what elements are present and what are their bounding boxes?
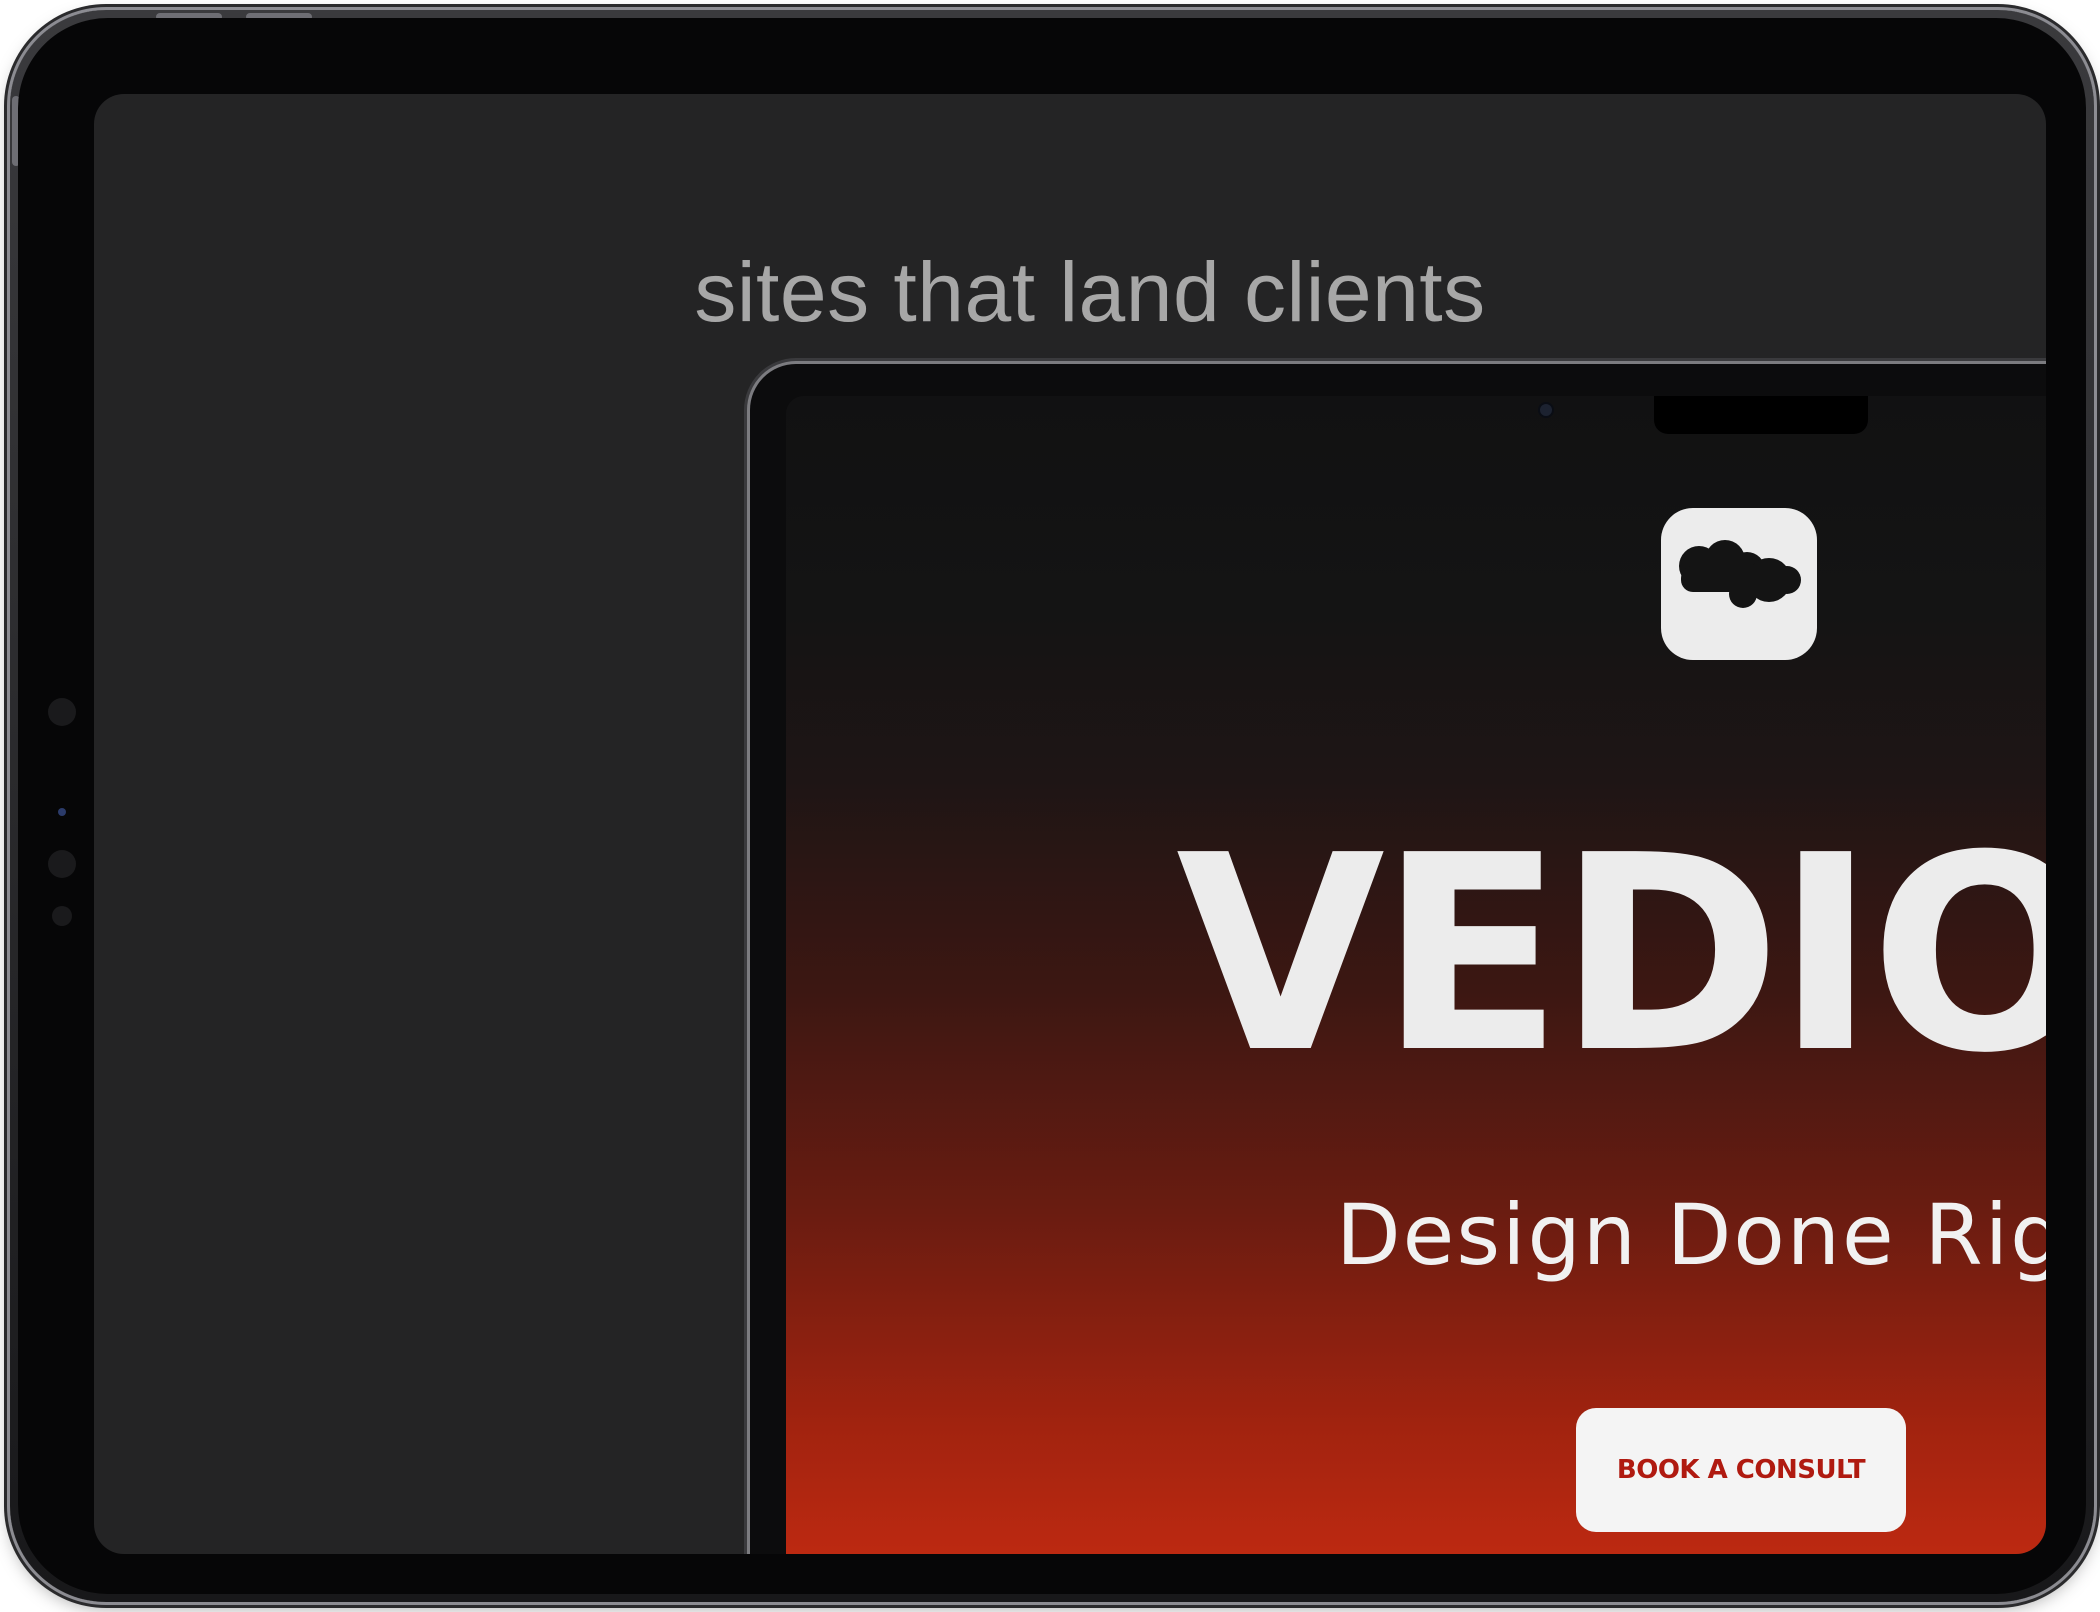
tablet-device-frame: sites that land clients VEDIO Design Don… <box>10 10 2094 1602</box>
hero-subtitle: Design Done Rig <box>1336 1186 2046 1284</box>
inner-laptop-mockup: VEDIOC Design Done Rig BOOK A CONSULT <box>750 364 2046 1554</box>
proximity-sensor <box>52 906 72 926</box>
device-mockup-stage: sites that land clients VEDIO Design Don… <box>0 0 2100 1612</box>
cloud-logo-icon <box>1679 540 1801 608</box>
face-id-sensor <box>48 850 76 878</box>
tablet-screen: sites that land clients VEDIO Design Don… <box>94 94 2046 1554</box>
brand-wordmark: VEDIOC <box>1176 797 2046 1112</box>
page-tagline: sites that land clients <box>694 245 1486 339</box>
website-preview-screen: VEDIOC Design Done Rig BOOK A CONSULT <box>786 396 2046 1554</box>
front-camera-sensor <box>48 698 76 726</box>
brand-logo[interactable] <box>1661 508 1817 660</box>
camera-dot-icon <box>1538 402 1554 418</box>
book-consult-button[interactable]: BOOK A CONSULT <box>1576 1408 1906 1532</box>
tablet-bezel: sites that land clients VEDIO Design Don… <box>18 18 2086 1594</box>
screen-notch <box>1654 396 1868 434</box>
light-sensor <box>58 808 66 816</box>
